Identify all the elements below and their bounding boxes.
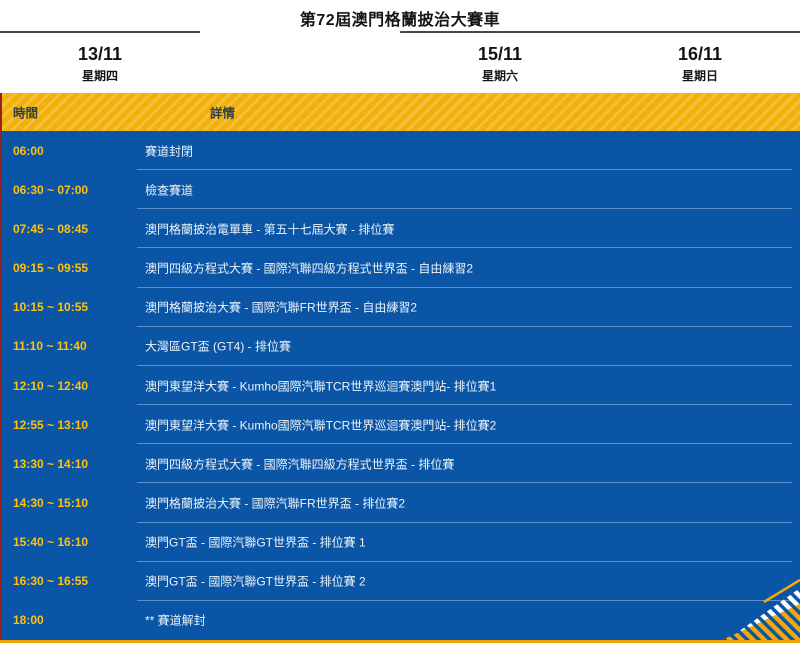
column-header-details: 詳情 [210, 103, 235, 122]
table-row: 06:30 ~ 07:00 檢查賽道 [2, 170, 800, 209]
page-title: 第72屆澳門格蘭披治大賽車 [0, 6, 800, 30]
row-time: 09:15 ~ 09:55 [13, 261, 88, 275]
column-header-time: 時間 [13, 103, 38, 122]
row-details: 大灣區GT盃 (GT4) - 排位賽 [145, 338, 291, 355]
row-details: 澳門格蘭披治大賽 - 國際汽聯FR世界盃 - 排位賽2 [145, 494, 405, 511]
table-row: 16:30 ~ 16:55 澳門GT盃 - 國際汽聯GT世界盃 - 排位賽 2 [2, 562, 800, 601]
row-time: 12:55 ~ 13:10 [13, 418, 88, 432]
row-details: 澳門GT盃 - 國際汽聯GT世界盃 - 排位賽 1 [145, 534, 366, 551]
row-details: 澳門東望洋大賽 - Kumho國際汽聯TCR世界巡迴賽澳門站- 排位賽1 [145, 377, 496, 394]
row-time: 12:10 ~ 12:40 [13, 379, 88, 393]
row-details: 澳門四級方程式大賽 - 國際汽聯四級方程式世界盃 - 排位賽 [145, 455, 454, 472]
table-row: 13:30 ~ 14:10 澳門四級方程式大賽 - 國際汽聯四級方程式世界盃 -… [2, 444, 800, 483]
tab-day-label: 星期四 [82, 70, 118, 82]
tab-day-label: 星期六 [482, 70, 518, 82]
schedule-rows: 06:00 賽道封閉 06:30 ~ 07:00 檢查賽道 07:45 ~ 08… [2, 131, 800, 640]
table-row: 09:15 ~ 09:55 澳門四級方程式大賽 - 國際汽聯四級方程式世界盃 -… [2, 248, 800, 287]
date-tab[interactable]: 13/11 星期四 [0, 33, 200, 93]
schedule-table: 06:00 賽道封閉 06:30 ~ 07:00 檢查賽道 07:45 ~ 08… [0, 131, 800, 640]
table-row: 10:15 ~ 10:55 澳門格蘭披治大賽 - 國際汽聯FR世界盃 - 自由練… [2, 288, 800, 327]
row-details: 澳門東望洋大賽 - Kumho國際汽聯TCR世界巡迴賽澳門站- 排位賽2 [145, 416, 496, 433]
date-tab[interactable]: 16/11 星期日 [600, 33, 800, 93]
table-header-band: 時間 詳情 [0, 93, 800, 131]
row-time: 06:00 [13, 144, 44, 158]
table-row: 15:40 ~ 16:10 澳門GT盃 - 國際汽聯GT世界盃 - 排位賽 1 [2, 523, 800, 562]
corner-stripes-decoration [722, 578, 800, 640]
bottom-border [0, 640, 800, 643]
tab-day-label: 星期五 [282, 69, 318, 81]
row-details: 澳門格蘭披治大賽 - 國際汽聯FR世界盃 - 自由練習2 [145, 299, 417, 316]
tab-day-label: 星期日 [682, 70, 718, 82]
date-tabs: 13/11 星期四 14/11 星期五 15/11 星期六 16/11 星期日 [0, 31, 800, 93]
row-time: 14:30 ~ 15:10 [13, 496, 88, 510]
row-time: 11:10 ~ 11:40 [13, 339, 87, 353]
row-time: 13:30 ~ 14:10 [13, 457, 88, 471]
tab-date-label: 16/11 [678, 45, 722, 63]
table-row: 12:55 ~ 13:10 澳門東望洋大賽 - Kumho國際汽聯TCR世界巡迴… [2, 405, 800, 444]
tab-date-label: 13/11 [78, 45, 122, 63]
table-row: 11:10 ~ 11:40 大灣區GT盃 (GT4) - 排位賽 [2, 327, 800, 366]
tab-date-label: 15/11 [478, 45, 522, 63]
row-time: 07:45 ~ 08:45 [13, 222, 88, 236]
table-row: 07:45 ~ 08:45 澳門格蘭披治電單車 - 第五十七屆大賽 - 排位賽 [2, 209, 800, 248]
table-row: 18:00 ** 賽道解封 [2, 601, 800, 640]
date-tab[interactable]: 14/11 星期五 [200, 31, 400, 93]
row-details: 澳門GT盃 - 國際汽聯GT世界盃 - 排位賽 2 [145, 573, 366, 590]
row-details: 澳門格蘭披治電單車 - 第五十七屆大賽 - 排位賽 [145, 220, 394, 237]
table-row: 06:00 賽道封閉 [2, 131, 800, 170]
row-details: 澳門四級方程式大賽 - 國際汽聯四級方程式世界盃 - 自由練習2 [145, 260, 473, 277]
tab-date-label: 14/11 [278, 44, 322, 62]
date-tab[interactable]: 15/11 星期六 [400, 33, 600, 93]
table-row: 14:30 ~ 15:10 澳門格蘭披治大賽 - 國際汽聯FR世界盃 - 排位賽… [2, 483, 800, 522]
row-time: 06:30 ~ 07:00 [13, 183, 88, 197]
row-time: 18:00 [13, 613, 44, 627]
row-time: 16:30 ~ 16:55 [13, 574, 88, 588]
row-details: 檢查賽道 [145, 181, 193, 198]
table-row: 12:10 ~ 12:40 澳門東望洋大賽 - Kumho國際汽聯TCR世界巡迴… [2, 366, 800, 405]
row-time: 15:40 ~ 16:10 [13, 535, 88, 549]
row-details: ** 賽道解封 [145, 612, 206, 629]
row-time: 10:15 ~ 10:55 [13, 300, 88, 314]
row-details: 賽道封閉 [145, 142, 193, 159]
